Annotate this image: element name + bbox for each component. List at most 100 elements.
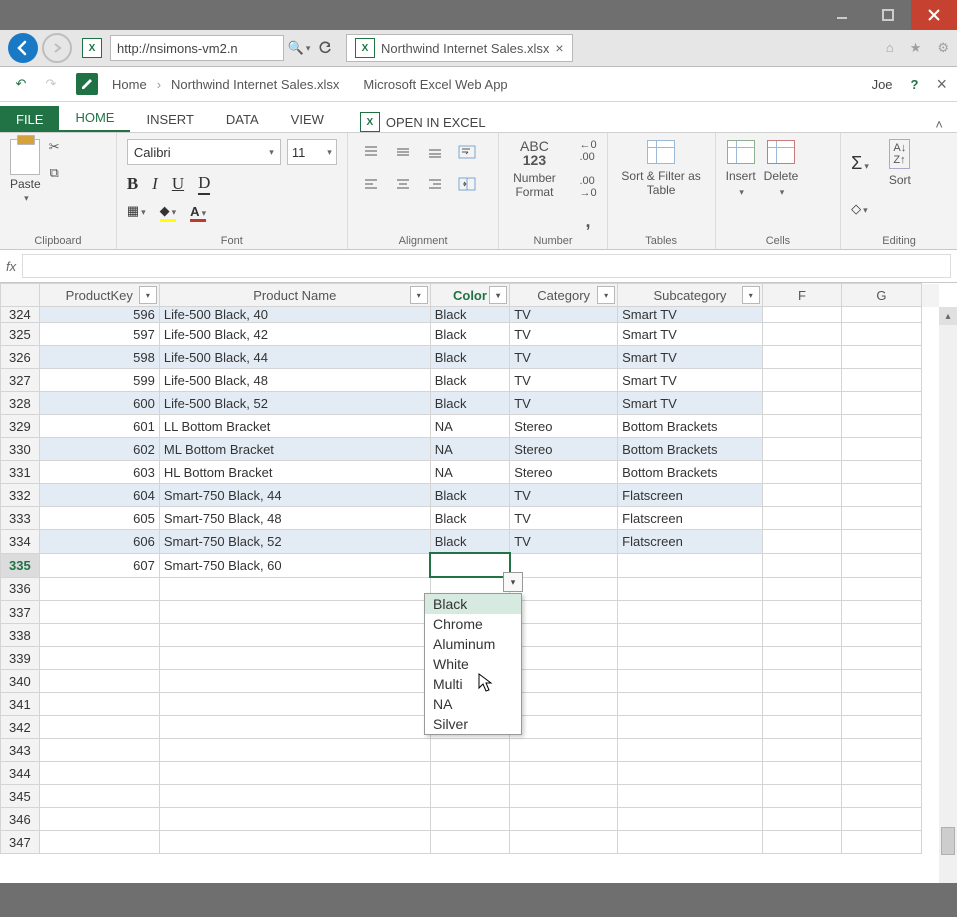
column-header-subcategory[interactable]: Subcategory▾ — [618, 284, 763, 307]
number-format-button[interactable]: ABC123 Number Format — [509, 139, 559, 199]
row-header[interactable]: 328 — [1, 392, 40, 415]
cell[interactable]: TV — [510, 323, 618, 346]
formula-input[interactable] — [22, 254, 951, 278]
cell[interactable] — [842, 323, 921, 346]
cell[interactable]: Bottom Brackets — [618, 438, 763, 461]
cell[interactable] — [842, 530, 921, 554]
row-header[interactable]: 327 — [1, 369, 40, 392]
row-header[interactable]: 339 — [1, 647, 40, 670]
filter-button[interactable]: ▾ — [742, 286, 760, 304]
table-row[interactable]: 343 — [1, 739, 940, 762]
cell[interactable] — [159, 831, 430, 854]
close-app-button[interactable]: × — [936, 74, 947, 95]
select-all-corner[interactable] — [1, 284, 40, 307]
cell[interactable]: Black — [430, 507, 509, 530]
font-color-button[interactable]: A▾ — [190, 204, 206, 219]
table-row[interactable]: 331603HL Bottom BracketNAStereoBottom Br… — [1, 461, 940, 484]
cell[interactable] — [618, 716, 763, 739]
fill-color-button[interactable]: ◆▾ — [160, 203, 177, 219]
cell[interactable]: Smart TV — [618, 307, 763, 323]
cell[interactable] — [510, 785, 618, 808]
table-row[interactable]: 330602ML Bottom BracketNAStereoBottom Br… — [1, 438, 940, 461]
cell[interactable] — [842, 507, 921, 530]
insert-cells-button[interactable]: Insert ▾ — [726, 139, 756, 198]
cell[interactable] — [510, 762, 618, 785]
cell[interactable] — [762, 323, 841, 346]
cell[interactable] — [618, 624, 763, 647]
cell[interactable] — [762, 392, 841, 415]
cell[interactable] — [39, 831, 159, 854]
cell[interactable] — [618, 762, 763, 785]
cell[interactable]: NA — [430, 438, 509, 461]
cell[interactable] — [762, 831, 841, 854]
browser-forward-button[interactable] — [42, 33, 72, 63]
row-header[interactable]: 342 — [1, 716, 40, 739]
column-header-f[interactable]: F — [762, 284, 841, 307]
font-size-select[interactable]: 11▾ — [287, 139, 337, 165]
cell[interactable] — [762, 484, 841, 507]
window-maximize-button[interactable] — [865, 0, 911, 30]
favorites-icon[interactable]: ★ — [910, 40, 922, 56]
cell[interactable]: 602 — [39, 438, 159, 461]
bold-button[interactable]: B — [127, 174, 138, 194]
cell[interactable] — [762, 716, 841, 739]
cell[interactable] — [430, 762, 509, 785]
row-header[interactable]: 340 — [1, 670, 40, 693]
row-header[interactable]: 333 — [1, 507, 40, 530]
cell[interactable] — [159, 577, 430, 601]
cell[interactable] — [510, 601, 618, 624]
paste-button[interactable]: Paste ▾ — [10, 139, 41, 204]
table-row[interactable]: 332604Smart-750 Black, 44BlackTVFlatscre… — [1, 484, 940, 507]
search-dropdown-icon[interactable]: 🔍▾ — [288, 40, 310, 56]
cell[interactable]: 603 — [39, 461, 159, 484]
scrollbar-thumb[interactable] — [941, 827, 955, 855]
edit-mode-icon[interactable] — [76, 73, 98, 95]
cell[interactable]: Smart-750 Black, 44 — [159, 484, 430, 507]
align-top-button[interactable] — [358, 139, 384, 165]
browser-back-button[interactable] — [8, 33, 38, 63]
breadcrumb-file[interactable]: Northwind Internet Sales.xlsx — [171, 77, 339, 92]
cell[interactable]: Smart-750 Black, 52 — [159, 530, 430, 554]
align-center-button[interactable] — [390, 171, 416, 197]
table-row[interactable]: 327599Life-500 Black, 48BlackTVSmart TV — [1, 369, 940, 392]
filter-button[interactable]: ▾ — [597, 286, 615, 304]
cell[interactable] — [510, 670, 618, 693]
cell[interactable] — [510, 693, 618, 716]
cell[interactable]: TV — [510, 392, 618, 415]
cell[interactable] — [842, 670, 921, 693]
sort-filter-table-button[interactable]: Sort & Filter as Table — [618, 139, 705, 197]
row-header[interactable]: 341 — [1, 693, 40, 716]
table-row[interactable]: 335607Smart-750 Black, 60 — [1, 553, 940, 577]
cell[interactable]: Bottom Brackets — [618, 461, 763, 484]
cell[interactable] — [762, 415, 841, 438]
cell[interactable] — [762, 785, 841, 808]
cell[interactable] — [618, 577, 763, 601]
cell[interactable] — [159, 739, 430, 762]
clear-button[interactable]: ◇▾ — [851, 201, 868, 217]
cell[interactable] — [39, 624, 159, 647]
cell[interactable] — [762, 553, 841, 577]
cell[interactable] — [159, 762, 430, 785]
cell[interactable]: Flatscreen — [618, 507, 763, 530]
table-row[interactable]: 326598Life-500 Black, 44BlackTVSmart TV — [1, 346, 940, 369]
cell[interactable]: Black — [430, 369, 509, 392]
cell[interactable]: Smart TV — [618, 369, 763, 392]
align-bottom-button[interactable] — [422, 139, 448, 165]
row-header[interactable]: 345 — [1, 785, 40, 808]
cell[interactable] — [510, 716, 618, 739]
cell[interactable] — [842, 553, 921, 577]
copy-button[interactable]: ⧉ — [49, 165, 58, 181]
align-right-button[interactable] — [422, 171, 448, 197]
cell[interactable] — [842, 438, 921, 461]
cell[interactable] — [842, 716, 921, 739]
cell[interactable] — [39, 647, 159, 670]
row-header[interactable]: 325 — [1, 323, 40, 346]
fx-icon[interactable]: fx — [6, 259, 16, 274]
filter-button[interactable]: ▾ — [489, 286, 507, 304]
cell[interactable]: Life-500 Black, 52 — [159, 392, 430, 415]
row-header[interactable]: 324 — [1, 307, 40, 323]
cell[interactable] — [842, 461, 921, 484]
cell[interactable]: Black — [430, 530, 509, 554]
cell[interactable]: Flatscreen — [618, 530, 763, 554]
cell[interactable]: Life-500 Black, 40 — [159, 307, 430, 323]
